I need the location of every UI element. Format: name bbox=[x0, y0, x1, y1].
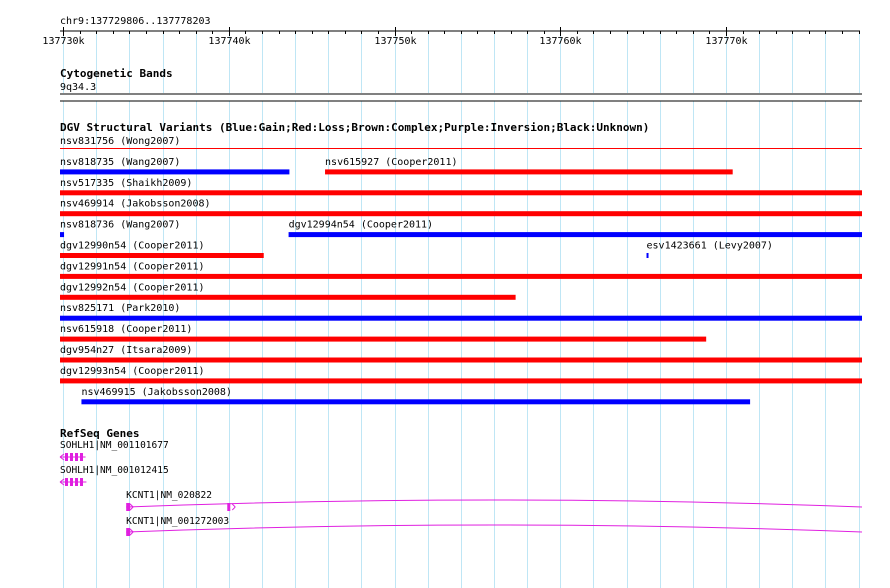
cytoband-label: 9q34.3 bbox=[60, 82, 96, 93]
dgv-variant-label: esv1423661 (Levy2007) bbox=[647, 241, 773, 252]
dgv-variant-label: dgv12990n54 (Cooper2011) bbox=[60, 241, 205, 252]
gene-exon bbox=[80, 453, 83, 461]
gene-exon bbox=[70, 453, 73, 461]
dgv-variant-bar[interactable] bbox=[60, 190, 862, 196]
dgv-variant-bar[interactable] bbox=[60, 315, 862, 321]
ruler-ticks: 137730k 137740k 137750k 137760k 137770k bbox=[42, 27, 860, 47]
refseq-gene-label: KCNT1|NM_020822 bbox=[126, 490, 212, 501]
dgv-variant[interactable]: nsv818736 (Wang2007) bbox=[60, 220, 180, 238]
dgv-variant-bar[interactable] bbox=[60, 169, 290, 175]
gene-exon bbox=[70, 478, 73, 486]
region-label: chr9:137729806..137778203 bbox=[60, 16, 211, 27]
ruler-tick-label: 137760k bbox=[539, 36, 581, 47]
dgv-track-title[interactable]: DGV Structural Variants (Blue:Gain;Red:L… bbox=[60, 121, 649, 134]
dgv-variant-bar[interactable] bbox=[60, 232, 65, 238]
refseq-gene[interactable]: SOHLH1|NM_001012415 bbox=[59, 465, 169, 486]
dgv-variant-bar[interactable] bbox=[60, 273, 862, 279]
dgv-variant-label: nsv517335 (Shaikh2009) bbox=[60, 178, 192, 189]
genome-track-view[interactable]: chr9:137729806..137778203 137730k 137740k… bbox=[0, 0, 890, 588]
refseq-gene-label: SOHLH1|NM_001012415 bbox=[60, 465, 169, 476]
ruler-tick-label: 137770k bbox=[705, 36, 747, 47]
gene-exon bbox=[80, 478, 83, 486]
dgv-variant-bar[interactable] bbox=[60, 336, 707, 342]
dgv-variant-label: nsv818735 (Wang2007) bbox=[60, 157, 180, 168]
dgv-variant-bar[interactable] bbox=[288, 232, 862, 238]
dgv-variant[interactable]: nsv469915 (Jakobsson2008) bbox=[81, 387, 751, 405]
dgv-variant-bar[interactable] bbox=[60, 378, 862, 384]
gene-exon bbox=[126, 528, 131, 536]
dgv-variant-label: nsv831756 (Wong2007) bbox=[60, 136, 180, 147]
dgv-variant-label: nsv825171 (Park2010) bbox=[60, 303, 180, 314]
dgv-variant-label: dgv12994n54 (Cooper2011) bbox=[289, 220, 434, 231]
dgv-variant[interactable]: esv1423661 (Levy2007) bbox=[646, 241, 773, 259]
refseq-gene[interactable]: SOHLH1|NM_001101677 bbox=[59, 440, 169, 461]
cytoband-bar[interactable] bbox=[60, 93, 862, 102]
ruler-tick-label: 137750k bbox=[374, 36, 416, 47]
dgv-variant-label: nsv818736 (Wang2007) bbox=[60, 220, 180, 231]
gene-exon bbox=[65, 478, 68, 486]
dgv-variant-bar[interactable] bbox=[60, 253, 264, 258]
dgv-variant-label: dgv12991n54 (Cooper2011) bbox=[60, 261, 205, 272]
dgv-variant-label: nsv469914 (Jakobsson2008) bbox=[60, 199, 211, 210]
dgv-variant-bar[interactable] bbox=[60, 211, 862, 217]
dgv-variant[interactable]: dgv12992n54 (Cooper2011) bbox=[60, 282, 516, 300]
dgv-variant-label: dgv12993n54 (Cooper2011) bbox=[60, 366, 205, 377]
strand-arrow-icon bbox=[231, 503, 236, 511]
gene-exon bbox=[227, 503, 231, 511]
ruler-tick-label: 137730k bbox=[42, 36, 84, 47]
dgv-variant-label: dgv954n27 (Itsara2009) bbox=[60, 345, 192, 356]
refseq-track-title[interactable]: RefSeq Genes bbox=[60, 427, 139, 440]
ruler-tick-label: 137740k bbox=[208, 36, 250, 47]
refseq-gene-label: KCNT1|NM_001272003 bbox=[126, 516, 229, 527]
dgv-variant-label: nsv469915 (Jakobsson2008) bbox=[81, 387, 232, 398]
dgv-variant-bar[interactable] bbox=[60, 357, 862, 363]
gene-exon bbox=[75, 453, 78, 461]
dgv-variant[interactable]: nsv818735 (Wang2007) bbox=[60, 157, 290, 175]
gene-exon bbox=[75, 478, 78, 486]
dgv-variant-label: dgv12992n54 (Cooper2011) bbox=[60, 282, 205, 293]
dgv-variant-bar[interactable] bbox=[81, 399, 751, 405]
dgv-variant[interactable]: dgv12994n54 (Cooper2011) bbox=[288, 220, 862, 238]
cytoband-track-title[interactable]: Cytogenetic Bands bbox=[60, 67, 173, 80]
refseq-gene-label: SOHLH1|NM_001101677 bbox=[60, 440, 169, 451]
dgv-variant-bar[interactable] bbox=[60, 294, 516, 300]
dgv-variant-bar[interactable] bbox=[325, 169, 733, 175]
dgv-variant-label: nsv615927 (Cooper2011) bbox=[325, 157, 457, 168]
dgv-variant[interactable]: dgv12990n54 (Cooper2011) bbox=[60, 241, 264, 259]
gene-exon bbox=[65, 453, 68, 461]
dgv-variant[interactable]: nsv615918 (Cooper2011) bbox=[60, 324, 707, 342]
gene-exon bbox=[126, 503, 131, 511]
dgv-variant-label: nsv615918 (Cooper2011) bbox=[60, 324, 192, 335]
dgv-variant[interactable]: nsv615927 (Cooper2011) bbox=[325, 157, 733, 175]
dgv-variant-bar[interactable] bbox=[646, 253, 649, 258]
